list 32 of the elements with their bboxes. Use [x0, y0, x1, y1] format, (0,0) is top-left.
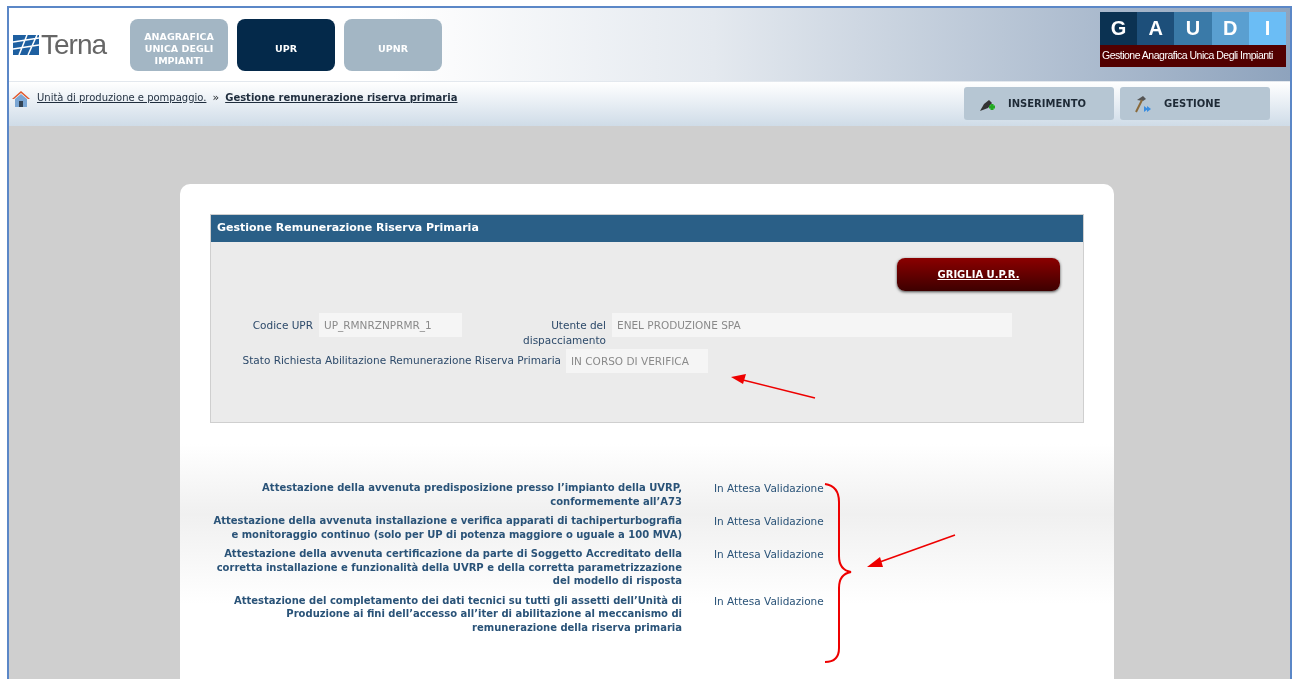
field-label: Codice UPR: [251, 317, 313, 333]
field-value: ENEL PRODUZIONE SPA: [612, 312, 1012, 337]
attestation-status: In Attesa Validazione: [714, 593, 824, 609]
nav-tab[interactable]: UPR: [237, 18, 335, 71]
breadcrumb-link[interactable]: Unità di produzione e pompaggio.: [37, 90, 207, 105]
hammer-icon: [1134, 94, 1152, 113]
attestation-label: Attestazione della avvenuta certificazione da parte di Soggetto Accreditato della corretta installazione e funzionalità della UVRP e della corretta parametrizzazione del modello di risposta: [215, 547, 682, 588]
field-value: UP_RMNRZNPRMR_1: [319, 312, 462, 337]
action-button[interactable]: GESTIONE: [1120, 87, 1270, 120]
brand-letter: I: [1248, 12, 1286, 45]
breadcrumb-separator: »: [212, 90, 220, 106]
field-label: Utente del dispacciamento: [522, 317, 606, 349]
griglia-button[interactable]: GRIGLIA U.P.R.: [897, 257, 1060, 291]
breadcrumb-link[interactable]: Gestione remunerazione riserva primaria: [225, 90, 458, 105]
attestation-label: Attestazione della avvenuta installazione e verifica apparati di tachiperturbografia e monitoraggio continuo (solo per UP di potenza maggiore o uguale a 100 MVA): [212, 514, 682, 541]
logo-icon: [13, 34, 39, 55]
field-label: Stato Richiesta Abilitazione Remunerazione Riserva Primaria: [241, 353, 561, 368]
logo-text: Terna: [41, 27, 107, 62]
panel-title: Gestione Remunerazione Riserva Primaria: [211, 215, 1083, 242]
brand-letter: A: [1137, 12, 1175, 45]
brand-subtitle: Gestione Anagrafica Unica Degli Impianti: [1100, 45, 1286, 67]
field-value: IN CORSO DI VERIFICA: [566, 349, 708, 373]
attestation-status: In Attesa Validazione: [714, 481, 824, 496]
home-icon: [11, 90, 31, 108]
action-button[interactable]: INSERIMENTO: [964, 87, 1114, 120]
brand-letter: U: [1174, 12, 1212, 45]
attestation-label: Attestazione del completamento dei dati tecnici su tutti gli assetti dell’Unità di Produzione ai fini dell’accesso all’iter di abilitazione al meccanismo di remunerazione della riserva primaria: [233, 593, 682, 634]
attestation-status: In Attesa Validazione: [714, 547, 824, 562]
brand-letter: G: [1100, 12, 1138, 45]
brand-letter: D: [1211, 12, 1249, 45]
attestation-status: In Attesa Validazione: [714, 514, 824, 529]
attestation-label: Attestazione della avvenuta predisposizione presso l’impianto della UVRP, conformemente all’A73: [261, 481, 682, 508]
